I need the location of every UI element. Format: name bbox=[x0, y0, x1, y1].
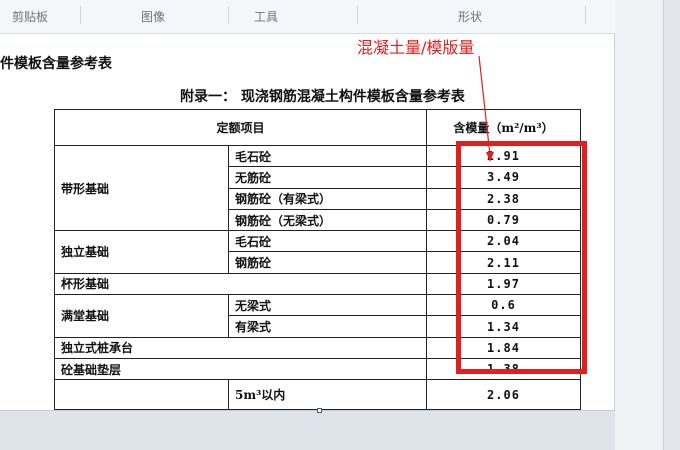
group-cell: 满堂基础 bbox=[54, 294, 229, 338]
ribbon-group-shapes: 形状 bbox=[457, 10, 482, 24]
ribbon-separator bbox=[357, 6, 358, 24]
item-cell: 无筋砼 bbox=[228, 166, 427, 189]
ribbon-group-image: 图像 bbox=[140, 10, 165, 24]
appendix-heading: 附录一： 现浇钢筋混凝土构件模板含量参考表 bbox=[180, 89, 465, 105]
item-cell: 毛石砼 bbox=[228, 230, 427, 253]
ribbon-separator bbox=[80, 6, 81, 24]
item-cell: 有梁式 bbox=[228, 315, 427, 338]
vertical-scrollbar[interactable] bbox=[663, 0, 680, 450]
table-row: 5m³以内 2.06 bbox=[54, 379, 581, 410]
item-cell: 钢筋砼（无梁式） bbox=[228, 208, 427, 232]
ribbon-group-labels: 剪贴板 图像 工具 形状 bbox=[0, 0, 615, 34]
document-title: 件模板含量参考表 bbox=[0, 56, 112, 72]
item-cell: 钢筋砼（有梁式） bbox=[228, 187, 427, 210]
group-cell: 独立式桩承台 bbox=[54, 336, 427, 359]
ribbon-group-tools: 工具 bbox=[253, 10, 278, 24]
item-cell: 5m³以内 bbox=[228, 379, 427, 410]
group-cell: 砼基础垫层 bbox=[54, 357, 427, 381]
annotation-label: 混凝土量/模版量 bbox=[357, 38, 475, 57]
item-cell: 无梁式 bbox=[228, 294, 427, 317]
item-cell: 钢筋砼 bbox=[228, 251, 427, 274]
group-cell: 带形基础 bbox=[54, 144, 229, 232]
group-cell bbox=[54, 379, 229, 410]
group-cell: 独立基础 bbox=[54, 230, 229, 274]
item-cell: 毛石砼 bbox=[228, 144, 427, 168]
status-bar bbox=[0, 410, 615, 450]
ribbon-group-clipboard: 剪贴板 bbox=[11, 10, 48, 24]
highlight-box bbox=[456, 141, 587, 374]
group-cell: 杯形基础 bbox=[54, 272, 427, 296]
resize-handle[interactable] bbox=[317, 408, 322, 413]
ribbon-separator bbox=[585, 6, 586, 24]
value-cell: 2.06 bbox=[426, 379, 581, 410]
header-item: 定额项目 bbox=[54, 109, 427, 146]
ribbon-separator bbox=[228, 6, 229, 24]
